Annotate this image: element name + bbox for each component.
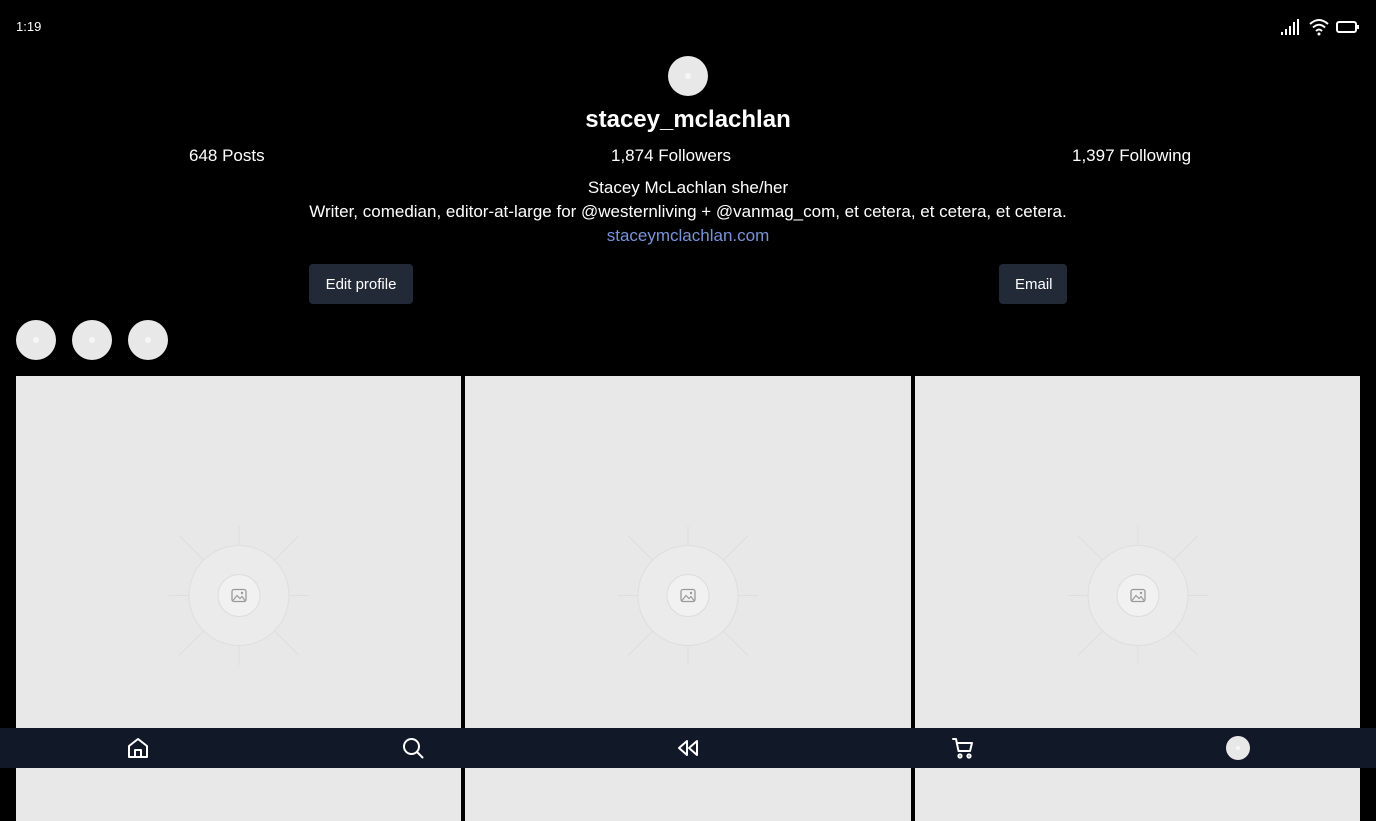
image-placeholder-icon	[1067, 525, 1208, 671]
signal-icon	[1280, 18, 1302, 36]
bio-link[interactable]: staceymclachlan.com	[0, 226, 1376, 246]
profile-screen: 1:19 stacey_mclachlan 648 Posts 1,874 Fo…	[0, 0, 1376, 821]
status-icons	[1280, 18, 1360, 36]
followers-count[interactable]: 1,874 Followers	[611, 146, 731, 166]
reels-rewind-icon[interactable]	[668, 728, 708, 768]
search-icon[interactable]	[393, 728, 433, 768]
following-count[interactable]: 1,397 Following	[1072, 146, 1191, 166]
image-placeholder-icon	[618, 525, 758, 671]
profile-username: stacey_mclachlan	[585, 106, 791, 133]
story-highlight[interactable]	[16, 320, 56, 360]
bottom-nav	[0, 728, 1376, 768]
email-button[interactable]: Email	[999, 264, 1067, 304]
edit-profile-button[interactable]: Edit profile	[309, 264, 413, 304]
status-time: 1:19	[16, 19, 42, 34]
story-highlight[interactable]	[128, 320, 168, 360]
image-placeholder-icon	[168, 525, 309, 671]
posts-count[interactable]: 648 Posts	[189, 146, 265, 166]
profile-avatar[interactable]	[1218, 728, 1258, 768]
battery-icon	[1336, 20, 1360, 34]
home-icon[interactable]	[118, 728, 158, 768]
profile-avatar[interactable]	[668, 56, 708, 96]
bio-name: Stacey McLachlan she/her	[587, 178, 789, 197]
wifi-icon	[1308, 18, 1330, 36]
bio-description: Writer, comedian, editor-at-large for @w…	[309, 202, 1067, 221]
story-highlight[interactable]	[72, 320, 112, 360]
shopping-cart-icon[interactable]	[943, 728, 983, 768]
